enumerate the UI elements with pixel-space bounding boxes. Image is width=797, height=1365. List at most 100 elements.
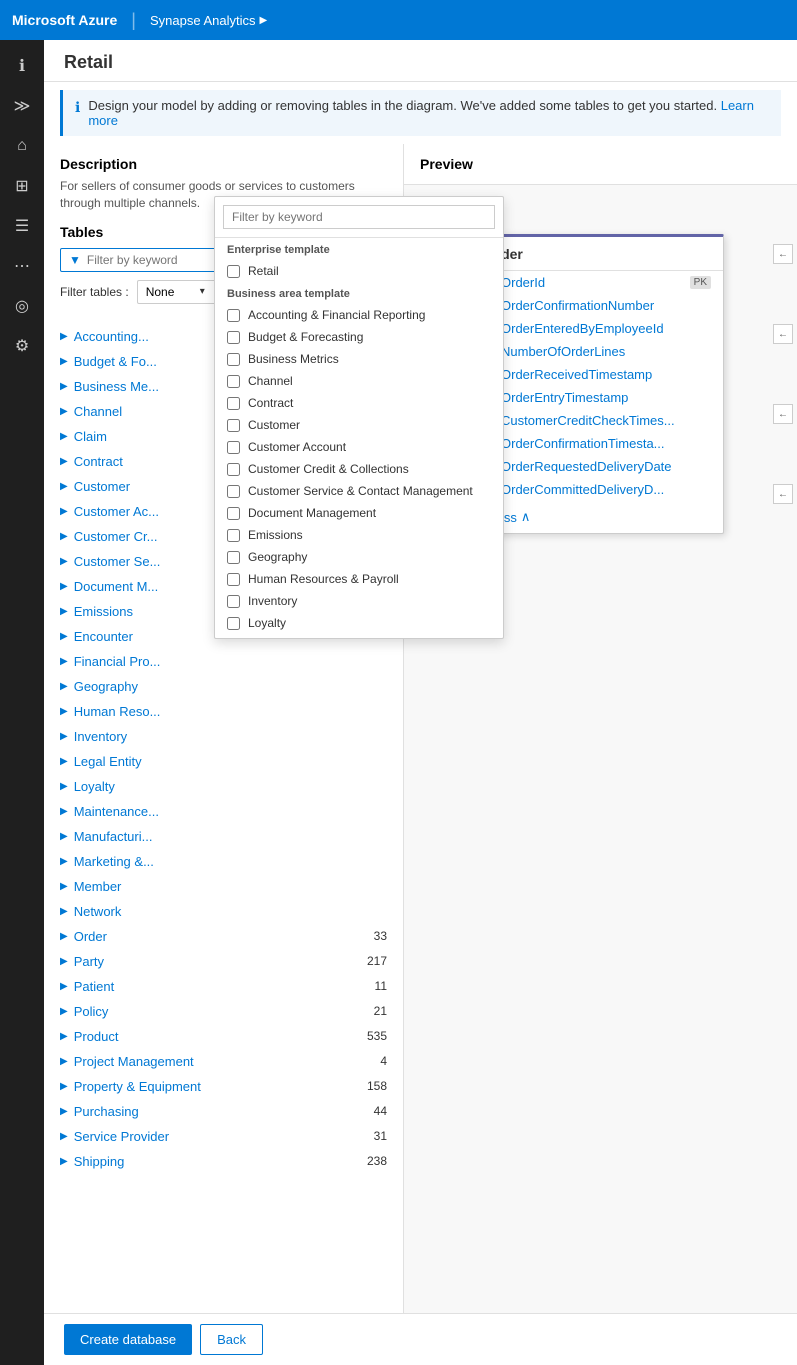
table-item[interactable]: ▶ Shipping 238 xyxy=(48,1149,399,1174)
arrow-button-2[interactable]: ← xyxy=(773,324,793,344)
table-item[interactable]: ▶ Order 33 xyxy=(48,924,399,949)
dropdown-item[interactable]: Human Resources & Payroll xyxy=(215,568,503,590)
field-name: OrderReceivedTimestamp xyxy=(501,367,711,382)
table-item[interactable]: ▶ Policy 21 xyxy=(48,999,399,1024)
dropdown-item[interactable]: Budget & Forecasting xyxy=(215,326,503,348)
table-name: Property & Equipment xyxy=(74,1079,367,1094)
table-item[interactable]: ▶ Project Management 4 xyxy=(48,1049,399,1074)
dropdown-item[interactable]: Channel xyxy=(215,370,503,392)
dropdown-item[interactable]: Customer xyxy=(215,414,503,436)
dropdown-checkbox[interactable] xyxy=(227,419,240,432)
dropdown-item[interactable]: Customer Account xyxy=(215,436,503,458)
table-name: Order xyxy=(74,929,374,944)
dropdown-label: Emissions xyxy=(248,528,303,542)
dropdown-checkbox[interactable] xyxy=(227,331,240,344)
arrow-button-4[interactable]: ← xyxy=(773,484,793,504)
dropdown-label: Loyalty xyxy=(248,616,286,630)
arrow-button-3[interactable]: ← xyxy=(773,404,793,424)
table-item[interactable]: ▶ Legal Entity xyxy=(48,749,399,774)
table-item[interactable]: ▶ Financial Pro... xyxy=(48,649,399,674)
field-name: OrderConfirmationNumber xyxy=(501,298,711,313)
chevron-right-icon: ▶ xyxy=(60,856,68,867)
product-name: Synapse Analytics ▶ xyxy=(150,13,267,28)
dropdown-checkbox[interactable] xyxy=(227,485,240,498)
dropdown-checkbox-retail[interactable] xyxy=(227,265,240,278)
chevron-right-icon: ▶ xyxy=(60,356,68,367)
table-item[interactable]: ▶ Marketing &... xyxy=(48,849,399,874)
chevron-right-icon: ▶ xyxy=(60,756,68,767)
chevron-right-icon: ▶ xyxy=(60,406,68,417)
dropdown-label: Customer xyxy=(248,418,300,432)
chevron-right-icon: ▶ xyxy=(60,331,68,342)
table-count: 535 xyxy=(367,1029,387,1043)
dropdown-item[interactable]: Manufacturing (Continuous) xyxy=(215,634,503,638)
dropdown-item-retail[interactable]: Retail xyxy=(215,260,503,282)
dropdown-label: Business Metrics xyxy=(248,352,339,366)
dropdown-checkbox[interactable] xyxy=(227,353,240,366)
back-button[interactable]: Back xyxy=(200,1324,263,1355)
dropdown-search-input[interactable] xyxy=(223,205,495,229)
dropdown-label: Customer Credit & Collections xyxy=(248,462,409,476)
create-database-button[interactable]: Create database xyxy=(64,1324,192,1355)
dropdown-item[interactable]: Document Management xyxy=(215,502,503,524)
table-item[interactable]: ▶ Network xyxy=(48,899,399,924)
chevron-right-icon: ▶ xyxy=(60,1056,68,1067)
table-name: Policy xyxy=(74,1004,374,1019)
table-item[interactable]: ▶ Service Provider 31 xyxy=(48,1124,399,1149)
field-name: OrderEnteredByEmployeeId xyxy=(501,321,711,336)
sidebar-icon-home[interactable]: ⌂ xyxy=(4,128,40,164)
dropdown-checkbox[interactable] xyxy=(227,573,240,586)
sidebar-icon-data[interactable]: ⊞ xyxy=(4,168,40,204)
table-item[interactable]: ▶ Patient 11 xyxy=(48,974,399,999)
field-name: OrderConfirmationTimesta... xyxy=(501,436,711,451)
table-name: Member xyxy=(74,879,387,894)
description-title: Description xyxy=(60,156,387,172)
dropdown-item[interactable]: Customer Credit & Collections xyxy=(215,458,503,480)
table-item[interactable]: ▶ Member xyxy=(48,874,399,899)
dropdown-checkbox[interactable] xyxy=(227,309,240,322)
dropdown-item[interactable]: Customer Service & Contact Management xyxy=(215,480,503,502)
table-item[interactable]: ▶ Product 535 xyxy=(48,1024,399,1049)
dropdown-item[interactable]: Contract xyxy=(215,392,503,414)
dropdown-checkbox[interactable] xyxy=(227,529,240,542)
table-item[interactable]: ▶ Loyalty xyxy=(48,774,399,799)
table-item[interactable]: ▶ Maintenance... xyxy=(48,799,399,824)
dropdown-item[interactable]: Emissions xyxy=(215,524,503,546)
dropdown-item[interactable]: Accounting & Financial Reporting xyxy=(215,304,503,326)
table-item[interactable]: ▶ Property & Equipment 158 xyxy=(48,1074,399,1099)
dropdown-checkbox[interactable] xyxy=(227,507,240,520)
sidebar-icon-monitor[interactable]: ◎ xyxy=(4,288,40,324)
dropdown-checkbox[interactable] xyxy=(227,595,240,608)
table-item[interactable]: ▶ Human Reso... xyxy=(48,699,399,724)
table-item[interactable]: ▶ Manufacturi... xyxy=(48,824,399,849)
chevron-right-icon: ▶ xyxy=(60,981,68,992)
dropdown-checkbox[interactable] xyxy=(227,375,240,388)
sidebar-icon-flow[interactable]: ⋯ xyxy=(4,248,40,284)
arrow-button-1[interactable]: ← xyxy=(773,244,793,264)
dropdown-label: Channel xyxy=(248,374,293,388)
dropdown-item[interactable]: Business Metrics xyxy=(215,348,503,370)
table-item[interactable]: ▶ Purchasing 44 xyxy=(48,1099,399,1124)
dropdown-checkbox[interactable] xyxy=(227,463,240,476)
dropdown-checkbox[interactable] xyxy=(227,551,240,564)
dropdown-label: Budget & Forecasting xyxy=(248,330,363,344)
table-item[interactable]: ▶ Inventory xyxy=(48,724,399,749)
chevron-right-icon: ▶ xyxy=(60,681,68,692)
table-item[interactable]: ▶ Party 217 xyxy=(48,949,399,974)
sidebar-icon-info[interactable]: ℹ xyxy=(4,48,40,84)
chevron-right-icon: ▶ xyxy=(60,506,68,517)
dropdown-item[interactable]: Loyalty xyxy=(215,612,503,634)
dropdown-checkbox[interactable] xyxy=(227,397,240,410)
layout: ℹ ≫ ⌂ ⊞ ☰ ⋯ ◎ ⚙ Retail ℹ Design your mod… xyxy=(0,40,797,1365)
dropdown-checkbox[interactable] xyxy=(227,441,240,454)
table-count: 217 xyxy=(367,954,387,968)
chevron-right-icon: ▶ xyxy=(60,1131,68,1142)
sidebar-icon-document[interactable]: ☰ xyxy=(4,208,40,244)
sidebar-icon-expand[interactable]: ≫ xyxy=(4,88,40,124)
dropdown-checkbox[interactable] xyxy=(227,617,240,630)
dropdown-item[interactable]: Inventory xyxy=(215,590,503,612)
field-name: OrderRequestedDeliveryDate xyxy=(501,459,711,474)
dropdown-item[interactable]: Geography xyxy=(215,546,503,568)
table-item[interactable]: ▶ Geography xyxy=(48,674,399,699)
sidebar-icon-tools[interactable]: ⚙ xyxy=(4,328,40,364)
